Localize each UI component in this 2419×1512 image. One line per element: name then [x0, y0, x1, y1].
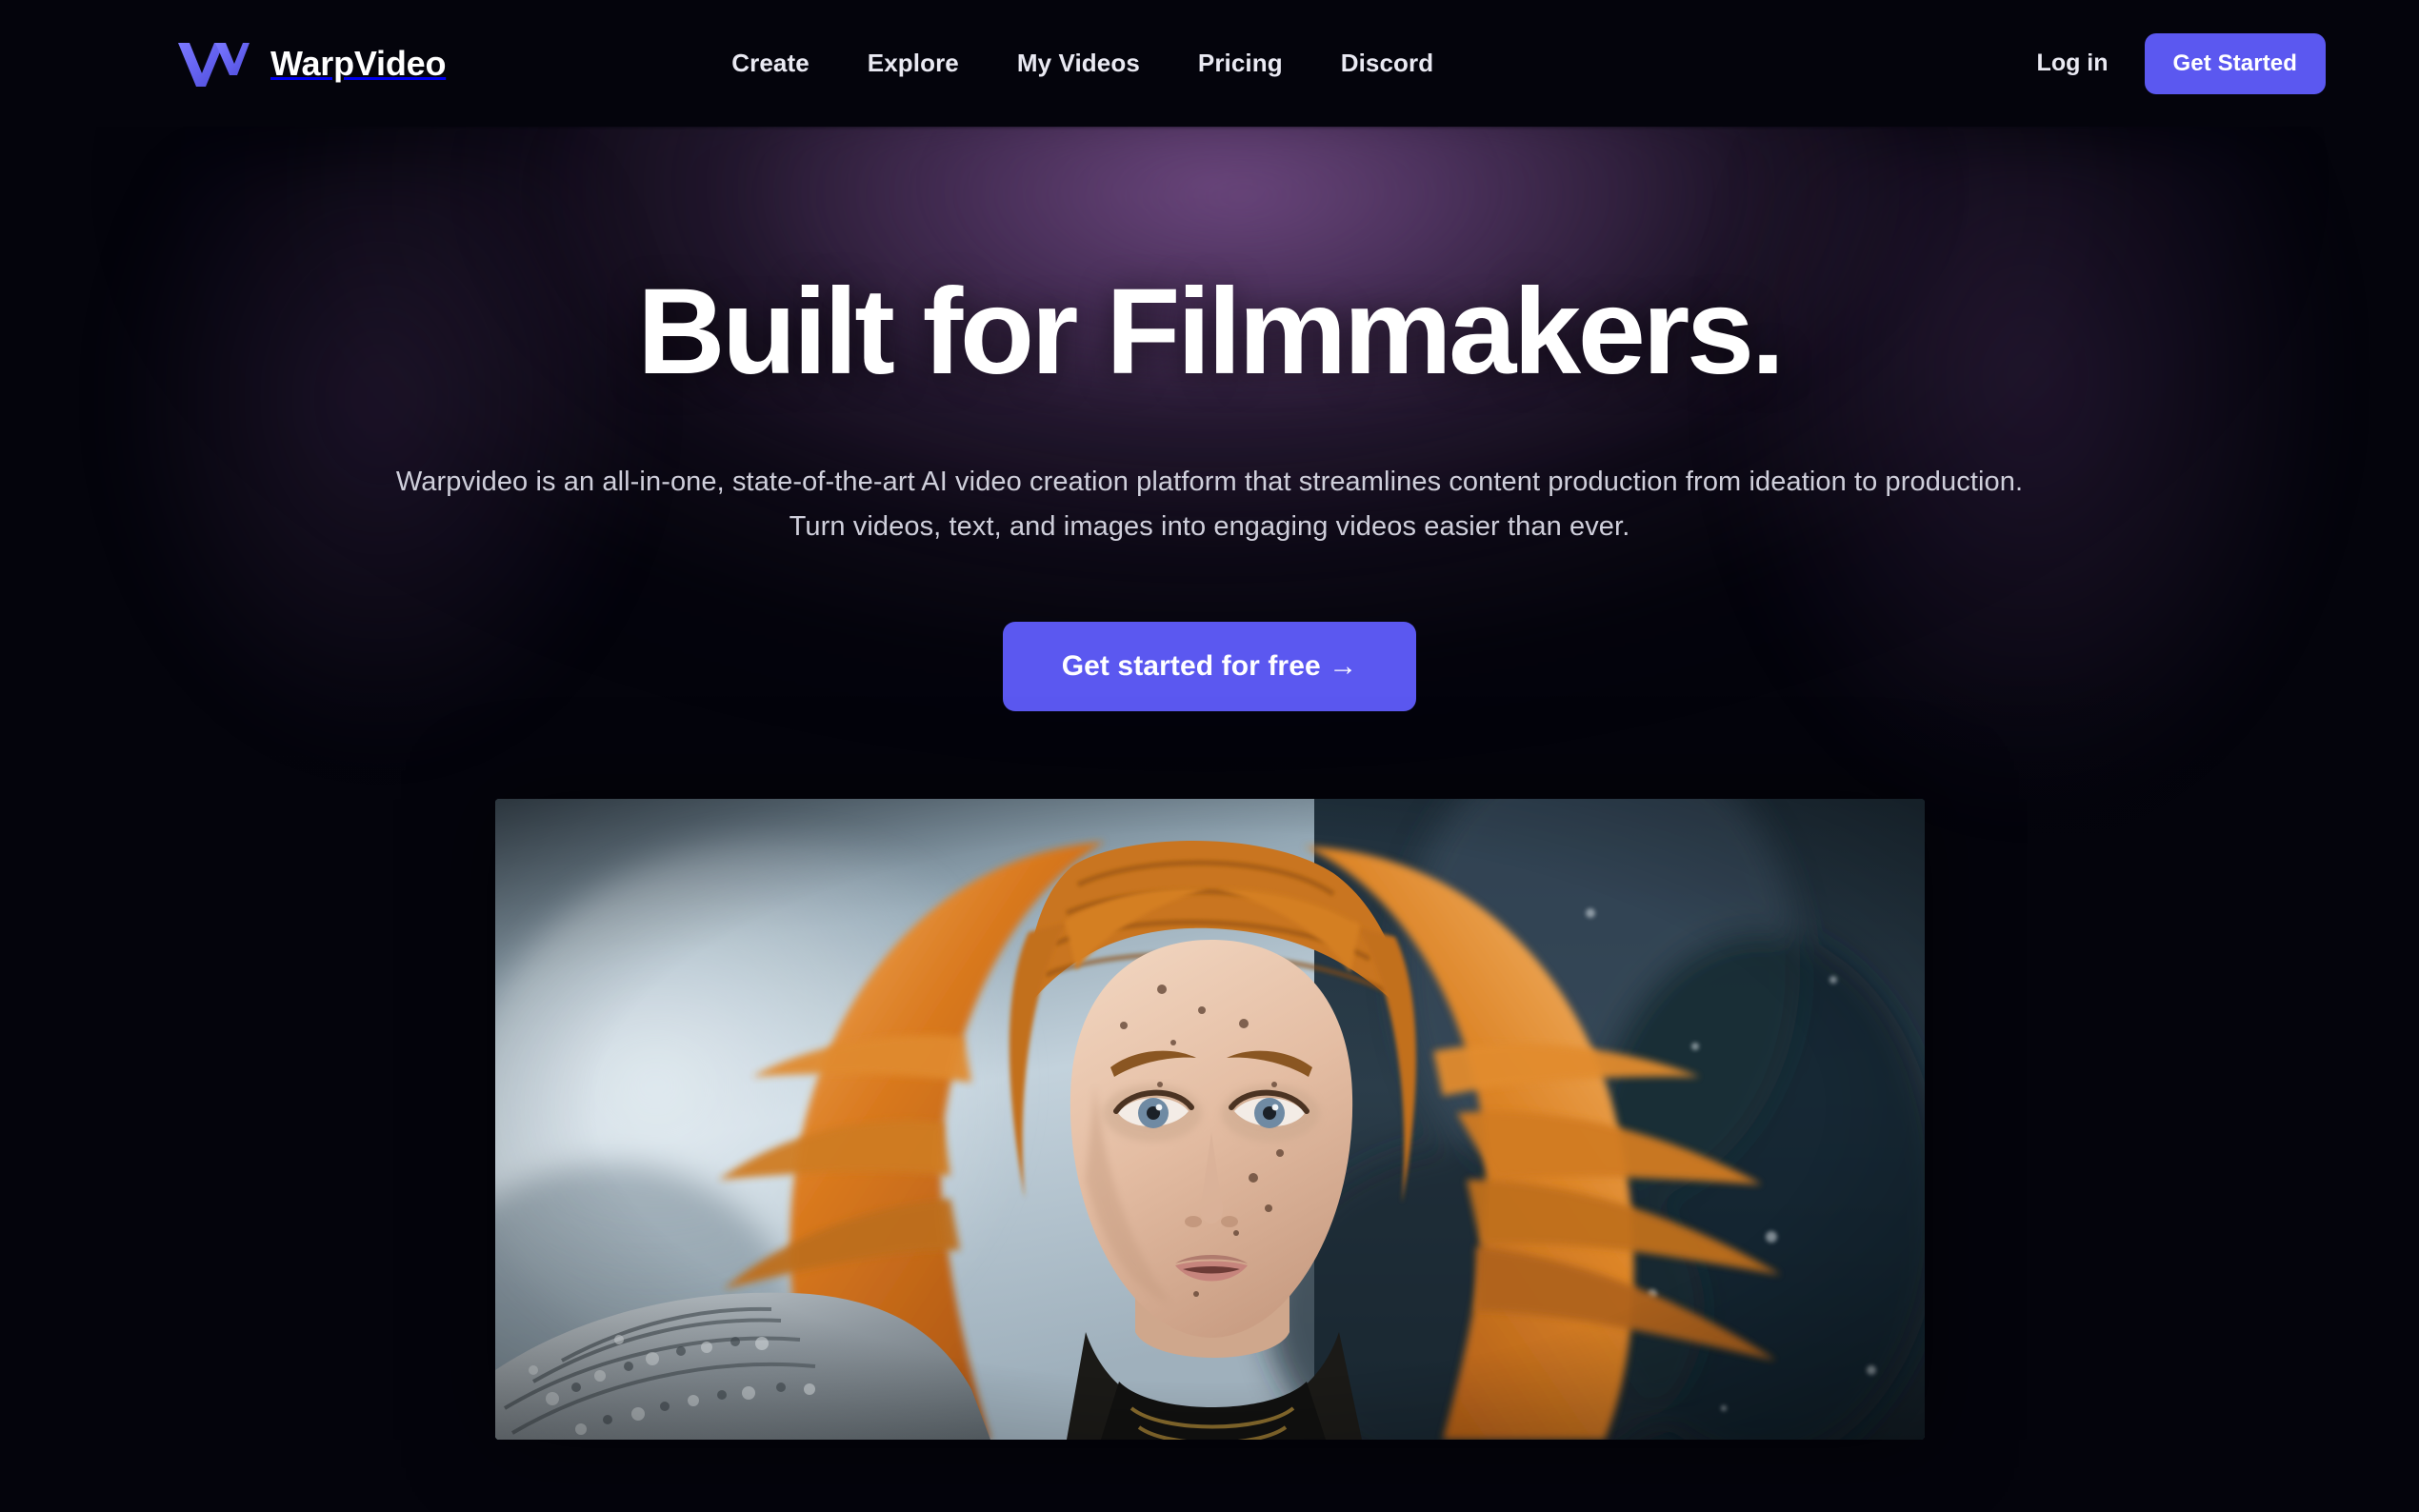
- hero-video-showcase[interactable]: AI generated video still of a red-haired…: [494, 798, 1925, 1440]
- nav-item-my-videos[interactable]: My Videos: [1017, 39, 1140, 88]
- warp-w-logo-icon: [176, 39, 250, 89]
- hero-subtitle: Warpvideo is an all-in-one, state-of-the…: [395, 467, 2024, 542]
- site-header: WarpVideo Create Explore My Videos Prici…: [0, 0, 2419, 127]
- hero-cta-wrapper: Get started for free →: [0, 621, 2419, 711]
- showcase-video-frame: [494, 798, 1925, 1440]
- brand-name: WarpVideo: [270, 43, 447, 83]
- nav-item-explore[interactable]: Explore: [868, 39, 959, 88]
- header-actions: Log in Get Started: [2037, 32, 2326, 94]
- primary-nav: Create Explore My Videos Pricing Discord: [731, 39, 1433, 88]
- nav-item-pricing[interactable]: Pricing: [1198, 39, 1283, 88]
- hero-title: Built for Filmmakers.: [637, 264, 1785, 400]
- brand-logo-link[interactable]: WarpVideo: [176, 39, 446, 89]
- hero-section: Built for Filmmakers. Warpvideo is an al…: [0, 127, 2419, 1440]
- get-started-button[interactable]: Get Started: [2144, 32, 2326, 94]
- get-started-for-free-button[interactable]: Get started for free →: [1002, 621, 1417, 711]
- nav-item-create[interactable]: Create: [731, 39, 810, 88]
- nav-item-discord[interactable]: Discord: [1341, 39, 1434, 88]
- login-link[interactable]: Log in: [2037, 50, 2109, 77]
